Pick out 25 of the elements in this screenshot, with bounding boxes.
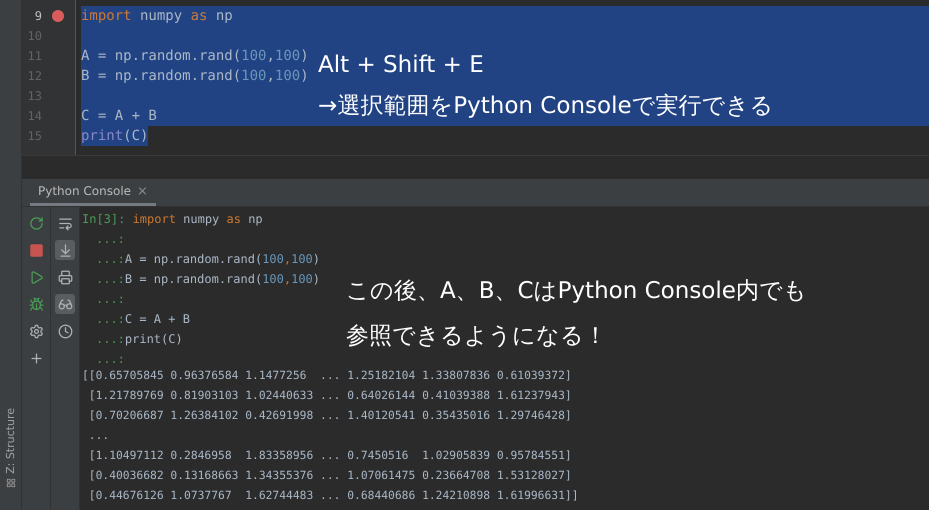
breakpoint-icon[interactable]	[52, 10, 64, 22]
console-input-line: ...:B = np.random.rand(100,100)	[95, 271, 320, 288]
console-output-line: [[0.65705845 0.96376584 1.1477256 ... 1.25182104 1.33807836 0.61039372]	[82, 369, 572, 384]
console-input-line: ...:print(C)	[95, 331, 183, 348]
console-output-line: [0.70206687 1.26384102 0.42691998 ... 1.40120541 0.35435016 1.29746428]	[88, 409, 572, 424]
console-input-line: ...:	[95, 291, 125, 308]
glasses-icon[interactable]	[55, 294, 75, 314]
console-input-line: In[3]: import numpy as np	[82, 211, 263, 228]
console-input-line: ...:C = A + B	[95, 311, 190, 328]
console-input-line: ...:A = np.random.rand(100,100)	[95, 251, 320, 268]
annotation-text: 参照できるようになる！	[346, 322, 607, 351]
console-output-line: ...	[88, 429, 110, 444]
annotation-text: →選択範囲をPython Consoleで実行できる	[318, 92, 774, 121]
structure-icon	[6, 478, 16, 488]
console-output-line: [1.21789769 0.81903103 1.02440633 ... 0.64026144 0.41039388 1.61237943]	[88, 389, 572, 404]
console-output-line: [0.40036682 0.13168663 1.34355376 ... 1.07061475 0.23664708 1.53128027]	[88, 469, 572, 484]
console-input-line: ...:	[95, 351, 125, 368]
close-icon[interactable]: ×	[137, 184, 148, 198]
console-input-line: ...:	[95, 231, 125, 248]
scroll-end-icon[interactable]	[55, 240, 75, 260]
structure-tool-tab[interactable]: Z: Structure	[4, 408, 17, 474]
line-number: 9	[34, 9, 42, 23]
console-output-line: [0.44676126 1.0737767 1.62744483 ... 0.68440686 1.24210898 1.61996631]]	[88, 489, 578, 504]
annotation-text: この後、A、B、CはPython Console内でも	[346, 277, 807, 306]
console-output-line: [1.10497112 0.2846958 1.83358956 ... 0.7450516 1.02905839 0.95784551]	[88, 449, 572, 464]
